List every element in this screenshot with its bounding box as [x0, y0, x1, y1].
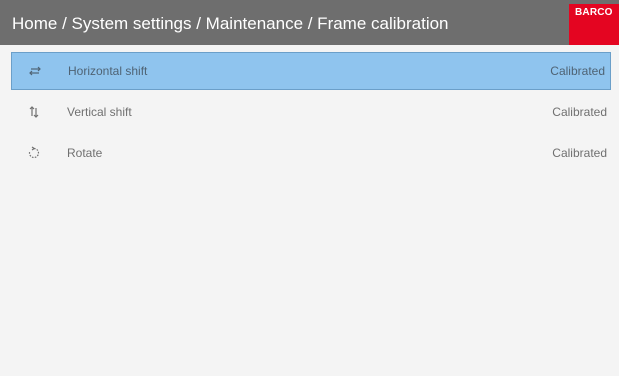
menu-item-status: Calibrated [550, 64, 605, 78]
menu-item-horizontal-shift[interactable]: Horizontal shift Calibrated [11, 52, 611, 90]
barco-logo: BARCO [569, 4, 619, 45]
vertical-shift-icon [26, 104, 42, 120]
breadcrumb: Home / System settings / Maintenance / F… [12, 14, 449, 33]
menu-item-status: Calibrated [552, 146, 607, 160]
menu-item-label: Horizontal shift [68, 64, 148, 78]
menu-item-label: Rotate [67, 146, 103, 160]
menu-item-label: Vertical shift [67, 105, 132, 119]
logo-text: BARCO [575, 7, 613, 18]
frame-calibration-screen: Home / System settings / Maintenance / F… [0, 0, 619, 376]
menu-item-rotate[interactable]: Rotate Calibrated [0, 134, 619, 172]
menu-item-vertical-shift[interactable]: Vertical shift Calibrated [0, 93, 619, 131]
header-bar: Home / System settings / Maintenance / F… [0, 0, 619, 45]
rotate-icon [26, 145, 42, 161]
horizontal-shift-icon [27, 63, 43, 79]
menu-item-status: Calibrated [552, 105, 607, 119]
